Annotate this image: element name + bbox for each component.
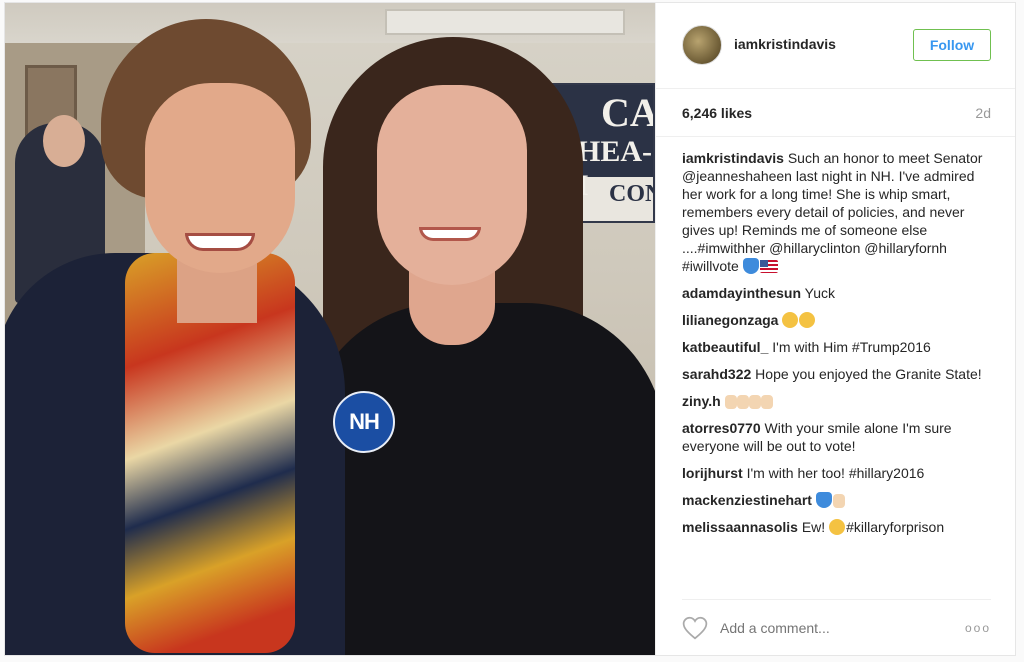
add-comment-row: ooo <box>682 599 991 655</box>
thumb-emoji-icon <box>736 395 749 409</box>
comment: iamkristindavis Such an honor to meet Se… <box>682 149 993 275</box>
likes-count[interactable]: 6,246 likes <box>682 105 752 121</box>
comment-username[interactable]: lorijhurst <box>682 465 743 481</box>
comment-username[interactable]: sarahd322 <box>682 366 751 382</box>
comment-text: I'm with Him #Trump2016 <box>772 339 931 355</box>
thumb-emoji-icon <box>832 494 845 508</box>
comment-username[interactable]: iamkristindavis <box>682 150 784 166</box>
comment: ziny.h <box>682 392 993 410</box>
photo-person-right-body <box>305 303 655 655</box>
blue-heart-emoji-icon <box>742 258 759 274</box>
post-photo[interactable]: CA HEA-I CON NH <box>5 3 655 655</box>
comment-username[interactable]: lilianegonzaga <box>682 312 778 328</box>
avatar[interactable] <box>682 25 722 65</box>
comment: melissaannasolis Ew! #killaryforprison <box>682 518 993 536</box>
mask-emoji-icon <box>829 519 846 535</box>
post-sidebar: iamkristindavis Follow 6,246 likes 2d ia… <box>655 3 1015 655</box>
comment: sarahd322 Hope you enjoyed the Granite S… <box>682 365 993 383</box>
comment-username[interactable]: atorres0770 <box>682 420 761 436</box>
likes-row: 6,246 likes 2d <box>656 89 1015 137</box>
comment: lilianegonzaga <box>682 311 993 329</box>
comment: adamdayinthesun Yuck <box>682 284 993 302</box>
thumb-emoji-icon <box>760 395 773 409</box>
post-header: iamkristindavis Follow <box>656 3 1015 89</box>
comment: lorijhurst I'm with her too! #hillary201… <box>682 464 993 482</box>
thumb-emoji-icon <box>748 395 761 409</box>
blue-heart-emoji-icon <box>815 492 832 508</box>
photo-person-right-smile <box>419 227 481 241</box>
author-username[interactable]: iamkristindavis <box>734 36 836 52</box>
comment-username[interactable]: ziny.h <box>682 393 721 409</box>
follow-button[interactable]: Follow <box>913 29 991 61</box>
heart-eyes-emoji-icon <box>799 312 816 328</box>
comment-username[interactable]: melissaannasolis <box>682 519 798 535</box>
photo-background-person-head <box>43 115 85 167</box>
heart-icon[interactable] <box>682 616 708 640</box>
more-options-icon[interactable]: ooo <box>965 621 991 635</box>
comment-hashtag[interactable]: #killaryforprison <box>846 519 944 535</box>
thumb-emoji-icon <box>724 395 737 409</box>
comment-text: Ew! <box>801 519 826 535</box>
nh-campaign-badge: NH <box>333 391 395 453</box>
photo-vent <box>385 9 625 35</box>
comment: atorres0770 With your smile alone I'm su… <box>682 419 993 455</box>
comment-text: Such an honor to meet Senator @jeannesha… <box>682 150 983 274</box>
heart-eyes-emoji-icon <box>782 312 799 328</box>
instagram-post: CA HEA-I CON NH iamkristindavis Follow 6… <box>4 2 1016 656</box>
comment-username[interactable]: mackenziestinehart <box>682 492 812 508</box>
flag-emoji-icon <box>759 260 778 273</box>
comment: katbeautiful_ I'm with Him #Trump2016 <box>682 338 993 356</box>
comment-username[interactable]: adamdayinthesun <box>682 285 801 301</box>
post-time[interactable]: 2d <box>975 105 991 121</box>
photo-person-left-smile <box>185 233 255 251</box>
photo-person-right-face <box>377 85 527 285</box>
comment-text: Hope you enjoyed the Granite State! <box>755 366 982 382</box>
comment: mackenziestinehart <box>682 491 993 509</box>
add-comment-input[interactable] <box>720 619 920 636</box>
comment-username[interactable]: katbeautiful_ <box>682 339 768 355</box>
comment-text: I'm with her too! #hillary2016 <box>746 465 925 481</box>
comment-text: Yuck <box>804 285 836 301</box>
comments-list: iamkristindavis Such an honor to meet Se… <box>656 137 1015 599</box>
